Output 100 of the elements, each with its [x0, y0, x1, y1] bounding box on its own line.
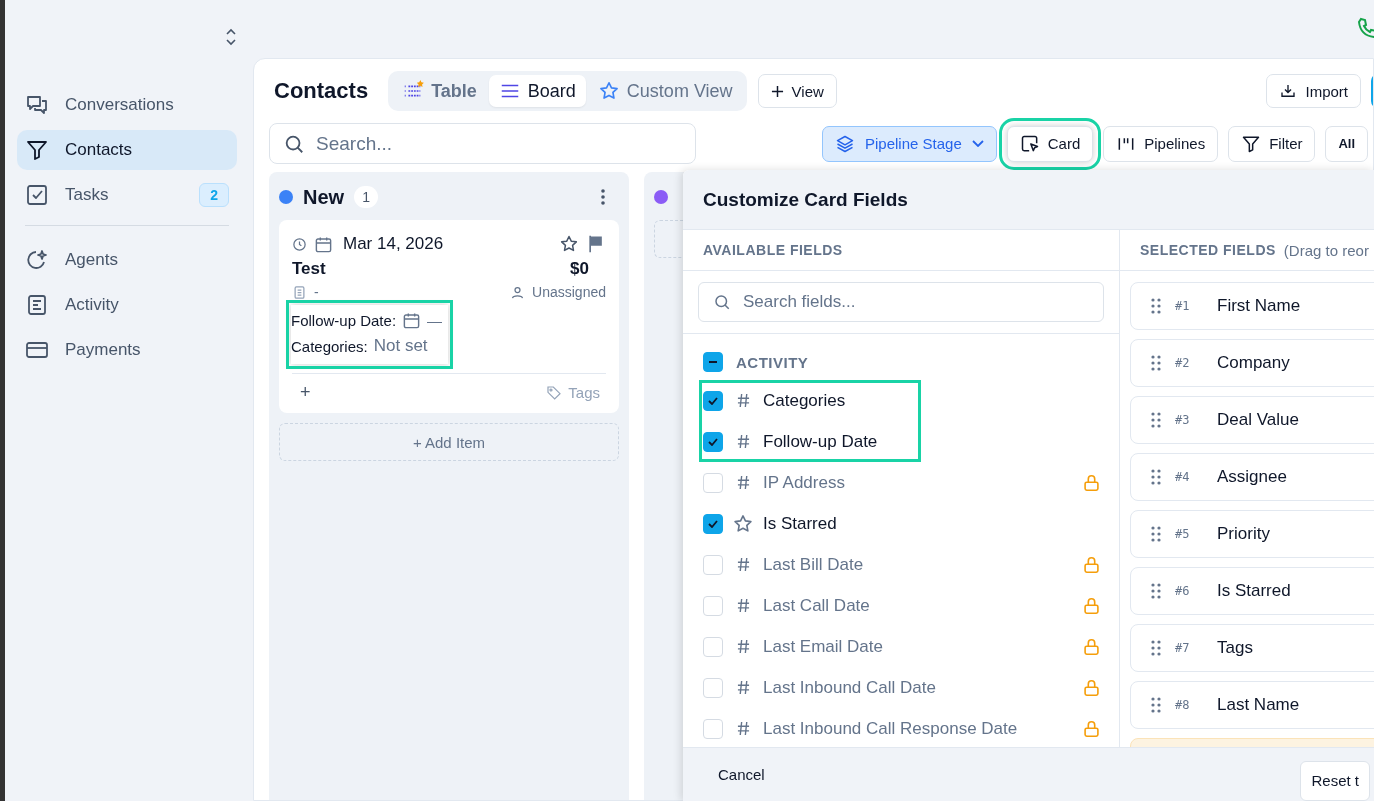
sidebar-item[interactable]: Conversations — [17, 85, 237, 125]
selected-field[interactable]: #5 Priority — [1130, 510, 1374, 558]
field-row[interactable]: Last Email Date — [703, 626, 1099, 667]
selected-field[interactable]: #2 Company — [1130, 339, 1374, 387]
page-title: Contacts — [274, 78, 369, 104]
deal-card[interactable]: Mar 14, 2026 Test $0 - Unassigned Follow-up Date: — Categories: Not set + Tags — [279, 220, 619, 413]
assignee-value: Unassigned — [532, 284, 606, 300]
column-title: New — [303, 185, 345, 209]
group-heading: ACTIVITY — [736, 353, 809, 371]
hash-icon — [736, 434, 750, 449]
group-checkbox[interactable] — [703, 352, 723, 372]
field-row[interactable]: Last Inbound Call Response Date — [703, 708, 1099, 747]
dialog-title: Customize Card Fields — [703, 188, 908, 211]
phone-icon[interactable] — [1356, 16, 1374, 40]
field-label: Follow-up Date: — [291, 312, 397, 329]
filter-icon — [25, 138, 49, 162]
checkbox[interactable] — [703, 431, 723, 452]
checkbox[interactable] — [703, 390, 723, 411]
field-name: Follow-up Date — [763, 431, 878, 452]
drag-handle-icon[interactable] — [1151, 412, 1161, 428]
field-name: Tags — [1217, 638, 1253, 658]
star-icon — [734, 515, 752, 532]
sidebar-item[interactable]: Tasks 2 — [17, 175, 237, 215]
sidebar-item[interactable]: Contacts — [17, 130, 237, 170]
add-view-button[interactable]: View — [757, 74, 837, 108]
section-heading: AVAILABLE FIELDS — [703, 242, 843, 258]
field-number: #2 — [1175, 356, 1191, 370]
document-icon — [25, 293, 49, 317]
field-name: Priority — [1217, 524, 1270, 544]
toolbar-button[interactable]: Filter — [1228, 125, 1316, 162]
field-row[interactable]: Follow-up Date — [699, 421, 921, 462]
field-name: Last Call Date — [763, 595, 870, 616]
field-name: Last Name — [1217, 695, 1300, 715]
search-icon — [713, 293, 731, 311]
hash-icon — [736, 639, 750, 654]
star-icon[interactable] — [559, 234, 579, 254]
calendar-icon — [402, 311, 422, 330]
import-button[interactable]: Import — [1266, 74, 1361, 108]
selected-field[interactable]: #4 Assignee — [1130, 453, 1374, 501]
clock-icon — [292, 236, 307, 252]
search-field[interactable]: Search... — [269, 123, 696, 164]
check-icon — [708, 437, 718, 446]
field-value: — — [427, 312, 443, 329]
drag-handle-icon[interactable] — [1151, 697, 1161, 713]
chevron-updown-icon[interactable] — [225, 28, 237, 46]
selected-field[interactable]: #3 Deal Value — [1130, 396, 1374, 444]
star-icon — [597, 80, 620, 102]
drag-handle-icon[interactable] — [1151, 640, 1161, 656]
field-number: #3 — [1175, 413, 1191, 427]
hash-icon — [736, 680, 750, 695]
field-row[interactable]: Last Inbound Call Date — [703, 667, 1099, 708]
field-row[interactable]: Categories — [699, 380, 921, 421]
toolbar-button[interactable]: All — [1325, 125, 1369, 162]
chat-icon — [25, 93, 49, 117]
selected-field[interactable]: #6 Is Starred — [1130, 567, 1374, 615]
search-field[interactable]: Search fields... — [698, 282, 1104, 322]
field-name: Categories — [763, 390, 846, 411]
toolbar-button[interactable]: Pipelines — [1103, 125, 1219, 162]
field-row[interactable]: Last Bill Date — [703, 544, 1099, 585]
field-number: #8 — [1175, 698, 1191, 712]
field-number: #5 — [1175, 527, 1191, 541]
drag-handle-icon[interactable] — [1151, 583, 1161, 599]
hash-icon — [736, 721, 750, 736]
more-icon[interactable] — [601, 189, 605, 205]
selected-field[interactable]: #7 Tags — [1130, 624, 1374, 672]
selected-field[interactable]: #1 First Name — [1130, 282, 1374, 330]
hash-icon — [736, 393, 750, 408]
add-button[interactable]: + — [300, 382, 311, 403]
field-label: Categories: — [291, 337, 368, 355]
field-name: Last Email Date — [763, 636, 883, 657]
add-item-button[interactable]: + Add Item — [279, 423, 619, 461]
cancel-button[interactable]: Cancel — [703, 758, 780, 791]
cursor-icon — [1019, 133, 1040, 154]
drag-handle-icon[interactable] — [1151, 355, 1161, 371]
view-tab[interactable]: Custom View — [587, 75, 743, 107]
calendar-icon — [314, 234, 333, 254]
toolbar-button[interactable]: Pipeline Stage — [822, 125, 997, 162]
field-name: Last Inbound Call Response Date — [763, 718, 1018, 739]
reset-button[interactable]: Reset t — [1300, 760, 1370, 801]
view-tab[interactable]: Table — [392, 75, 487, 107]
field-row[interactable]: IP Address — [703, 462, 1099, 503]
field-row[interactable]: Last Call Date — [703, 585, 1099, 626]
company-value: - — [314, 284, 319, 300]
sidebar-item[interactable]: Payments — [17, 330, 237, 370]
drag-handle-icon[interactable] — [1151, 298, 1161, 314]
view-tab[interactable]: Board — [488, 75, 586, 107]
sidebar-item[interactable]: Agents — [17, 240, 237, 280]
heading-hint: (Drag to reor — [1283, 241, 1369, 259]
check-icon — [708, 519, 718, 528]
drag-handle-icon[interactable] — [1151, 469, 1161, 485]
user-icon — [510, 284, 526, 300]
drag-handle-icon[interactable] — [1151, 526, 1161, 542]
sidebar-item[interactable]: Activity — [17, 285, 237, 325]
checkbox[interactable] — [703, 513, 723, 534]
import-icon — [1279, 82, 1298, 100]
selected-field[interactable]: #8 Last Name — [1130, 681, 1374, 729]
tag-icon — [546, 384, 563, 401]
field-name: Is Starred — [763, 513, 837, 534]
card-date: Mar 14, 2026 — [343, 234, 444, 254]
field-row[interactable]: Is Starred — [703, 503, 1099, 544]
